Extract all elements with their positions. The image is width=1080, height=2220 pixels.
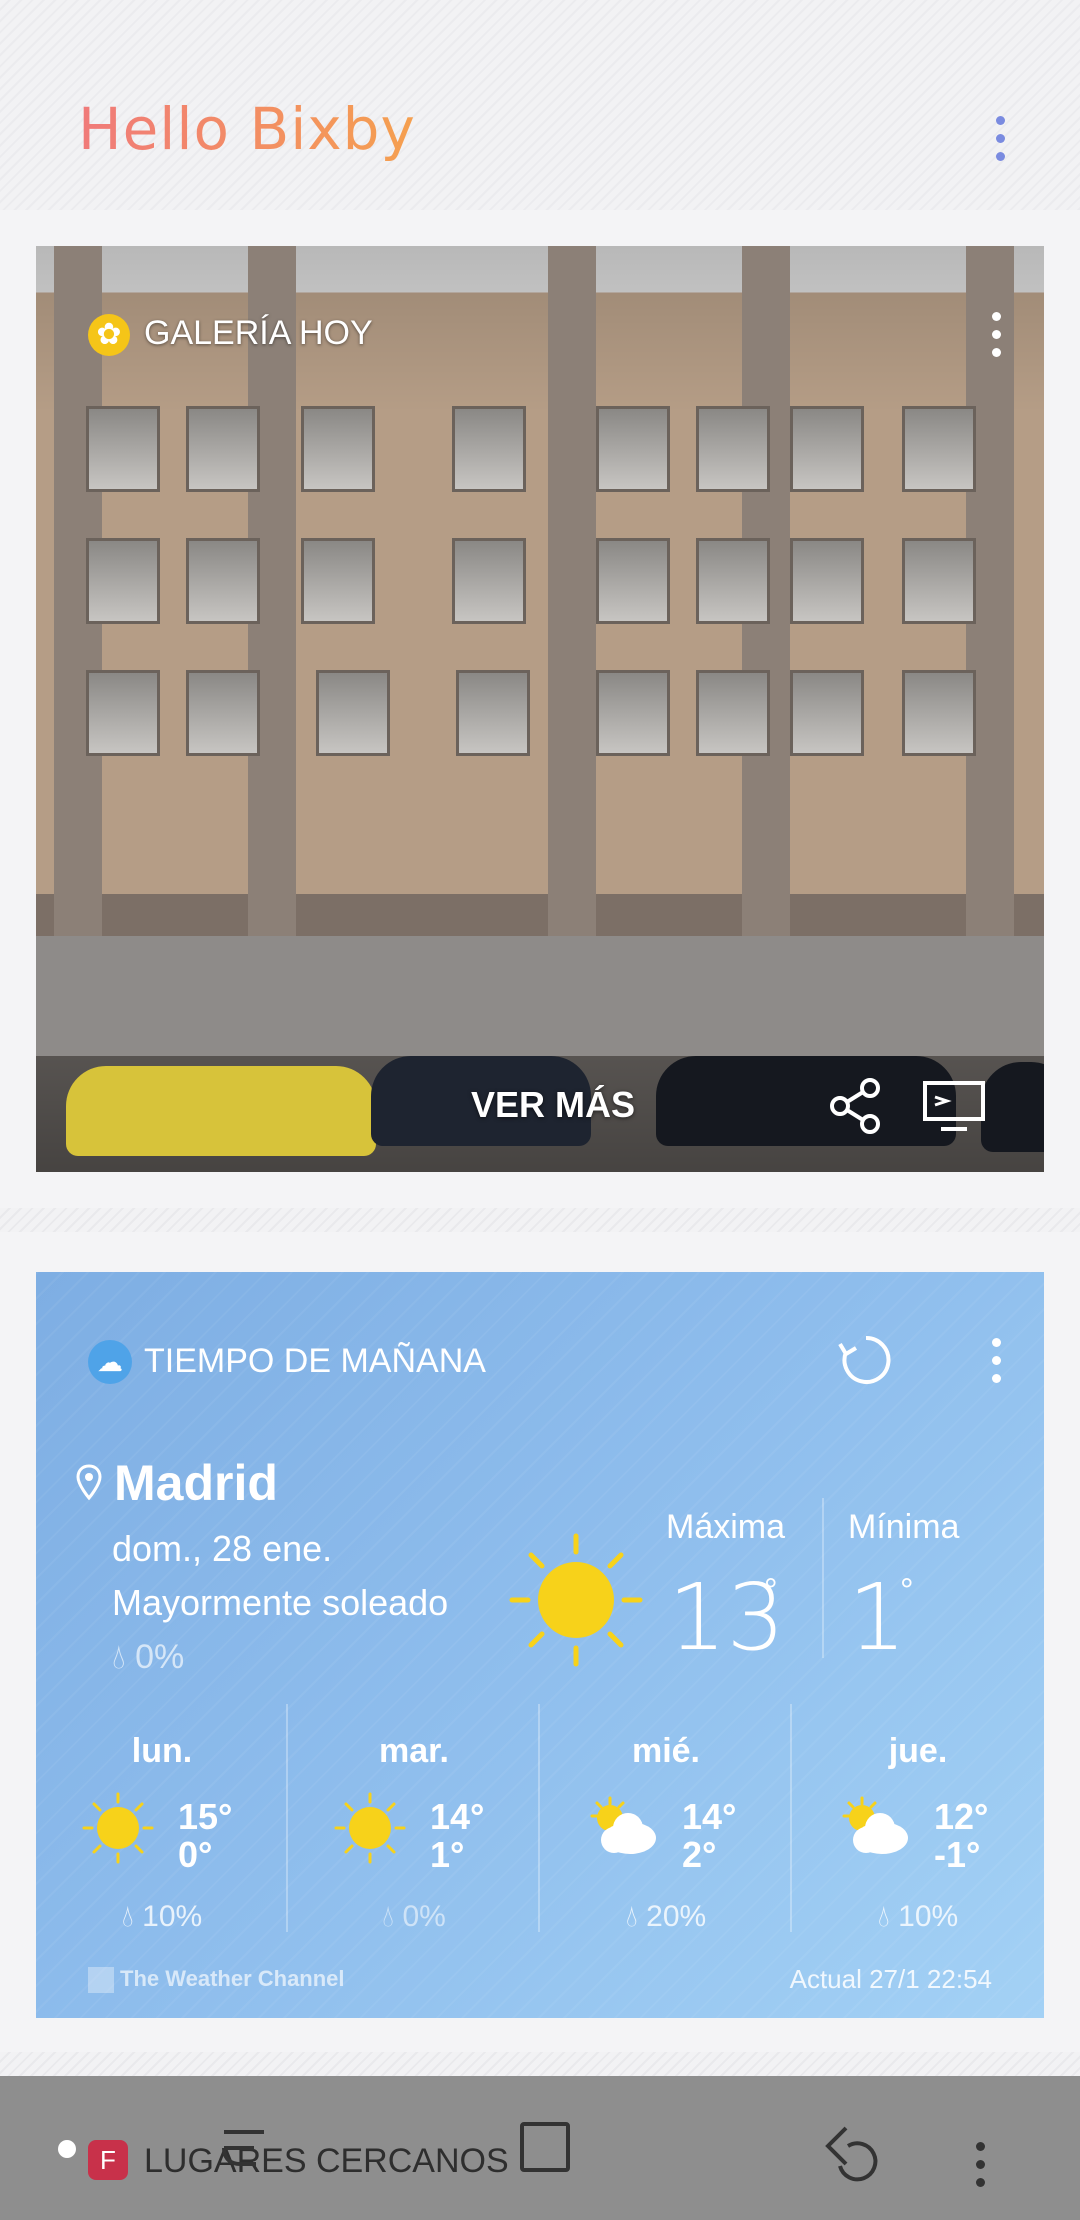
weather-card[interactable]: ☁ TIEMPO DE MAÑANA Madrid dom., 28 ene. …	[36, 1272, 1044, 2018]
divider	[0, 2052, 1080, 2076]
cast-icon[interactable]	[921, 1079, 987, 1135]
nav-indicator-dot	[58, 2140, 76, 2158]
forecast-day[interactable]: mar. 14° 1° 💧︎ 0%	[288, 1704, 540, 1944]
weather-precip: 💧︎ 0%	[112, 1638, 185, 1676]
home-button[interactable]	[520, 2122, 570, 2172]
partly-cloudy-icon	[842, 1796, 908, 1854]
forecast-day[interactable]: lun. 15° 0° 💧︎ 10%	[36, 1704, 288, 1944]
recents-icon[interactable]	[220, 2124, 268, 2172]
weather-menu-button[interactable]	[976, 1332, 1016, 1392]
refresh-icon[interactable]	[836, 1330, 896, 1390]
max-degree: °	[764, 1572, 778, 1610]
back-icon[interactable]	[822, 2122, 892, 2192]
drop-icon: 💧︎	[112, 1638, 126, 1676]
sunny-icon	[509, 1533, 643, 1667]
forecast-day[interactable]: jue. 12° -1° 💧︎ 10%	[792, 1704, 1044, 1944]
foursquare-icon: F	[88, 2140, 128, 2180]
sunny-icon	[82, 1792, 154, 1864]
weather-card-title: TIEMPO DE MAÑANA	[144, 1342, 486, 1380]
gallery-card[interactable]: ✿ GALERÍA HOY VER MÁS	[36, 246, 1044, 1172]
nearby-card-bar[interactable]: F LUGARES CERCANOS	[0, 2076, 1080, 2220]
gallery-flower-icon: ✿	[88, 314, 130, 356]
bixby-header: Hello Bixby	[0, 0, 1080, 210]
sunny-icon	[334, 1792, 406, 1864]
weather-condition: Mayormente soleado	[112, 1582, 449, 1623]
weather-city: Madrid	[114, 1455, 278, 1511]
weather-updated-time: Actual 27/1 22:54	[789, 1964, 992, 1994]
forecast-day[interactable]: mié. 14° 2° 💧︎ 20%	[540, 1704, 792, 1944]
partly-cloudy-icon	[590, 1796, 656, 1854]
nearby-menu-button[interactable]	[960, 2136, 1000, 2196]
vertical-dots-icon	[991, 312, 1001, 321]
vertical-dots-icon	[975, 2142, 985, 2151]
max-temp-label: Máxima	[666, 1508, 786, 1546]
weather-date: dom., 28 ene.	[112, 1528, 333, 1569]
vertical-dots-icon	[991, 1338, 1001, 1347]
location-pin-icon	[76, 1464, 102, 1500]
divider	[0, 1208, 1080, 1232]
nearby-card-title: LUGARES CERCANOS	[144, 2142, 509, 2180]
min-degree: °	[900, 1572, 914, 1610]
share-icon[interactable]	[826, 1076, 886, 1136]
header-menu-button[interactable]	[980, 110, 1020, 170]
gallery-card-title: GALERÍA HOY	[144, 314, 373, 352]
ver-mas-button[interactable]: VER MÁS	[471, 1084, 635, 1126]
forecast-strip: lun. 15° 0° 💧︎ 10% mar. 14° 1° 💧︎ 0% mié…	[36, 1704, 1044, 1944]
weather-provider[interactable]: The Weather Channel	[88, 1966, 345, 1994]
photo-car	[66, 1066, 376, 1156]
vertical-dots-icon	[995, 116, 1005, 125]
weather-cloud-icon: ☁	[88, 1340, 132, 1384]
bixby-title: Hello Bixby	[78, 95, 416, 163]
gallery-menu-button[interactable]	[976, 306, 1016, 366]
min-temp-value: 1	[848, 1564, 907, 1671]
temp-divider	[822, 1498, 824, 1658]
min-temp-label: Mínima	[848, 1508, 960, 1546]
weather-channel-logo-icon	[88, 1967, 114, 1994]
photo-street	[36, 936, 1044, 1056]
